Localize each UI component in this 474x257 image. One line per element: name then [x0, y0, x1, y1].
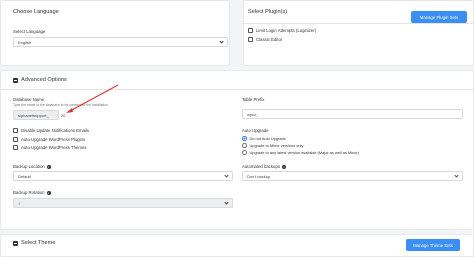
advanced-options-divider [1, 89, 474, 90]
backup-rotation-value: 4 [18, 200, 21, 206]
auto-upgrade-minor-label: Upgrade to Minor versions only [249, 143, 304, 148]
select-language-label-text: Select Language [13, 29, 46, 34]
auto-upgrade-plugins-option[interactable]: Auto Upgrade WordPress Plugins [13, 137, 85, 142]
advanced-options-title: Advanced Options [21, 77, 67, 83]
auto-upgrade-label: Auto Upgrade [242, 128, 269, 133]
backup-rotation-select[interactable]: 4 [13, 198, 233, 208]
plugin-classic-editor-label: Classic Editor [256, 37, 283, 42]
language-select[interactable]: English [13, 37, 228, 47]
chevron-down-icon [224, 199, 229, 205]
plugin-item-classic-editor[interactable]: Classic Editor [248, 37, 282, 42]
auto-upgrade-plugins-checkbox[interactable] [13, 137, 18, 142]
auto-upgrade-none-label: Do not Auto Upgrade [249, 136, 286, 141]
automated-backups-label-text: Automated backups [242, 164, 280, 169]
auto-upgrade-themes-checkbox[interactable] [13, 145, 18, 150]
collapse-icon[interactable] [13, 77, 18, 83]
db-name-label: Database Name [13, 97, 44, 102]
db-name-prefix: siphanetsupport_ [13, 110, 59, 120]
disable-update-emails-checkbox[interactable] [13, 128, 18, 133]
backup-location-label: Backup Location i [13, 164, 51, 169]
auto-upgrade-any-radio[interactable] [242, 150, 247, 155]
automated-backups-label: Automated backups i [242, 164, 286, 169]
manage-theme-sets-button[interactable]: Manage Theme Sets [406, 239, 460, 251]
auto-upgrade-themes-option[interactable]: Auto Upgrade WordPress Themes [13, 145, 87, 150]
theme-card-title: Select Theme [21, 240, 56, 246]
table-prefix-input[interactable]: wpco_ [242, 109, 463, 119]
chevron-down-icon [454, 172, 459, 178]
plugin-loginizer-label: Limit Login Attempts (Loginizer) [256, 28, 317, 33]
auto-upgrade-option-none[interactable]: Do not Auto Upgrade [242, 136, 286, 141]
auto-upgrade-label-text: Auto Upgrade [242, 128, 269, 133]
language-card: Choose Language Select Language English [0, 0, 230, 66]
plugins-card: Select Plugin(s) Limit Login Attempts (L… [243, 0, 474, 66]
table-prefix-label-text: Table Prefix [242, 97, 265, 102]
automated-backups-select[interactable]: Don't backup [242, 171, 463, 181]
info-icon: i [281, 164, 286, 169]
theme-header[interactable]: Select Theme [13, 240, 55, 246]
language-card-title: Choose Language [13, 9, 59, 15]
disable-update-emails-option[interactable]: Disable Update Notifications Emails [13, 128, 89, 133]
manage-plugin-sets-button[interactable]: Manage Plugin Sets [411, 11, 467, 23]
plugin-loginizer-checkbox[interactable] [248, 28, 253, 33]
chevron-down-icon [219, 38, 224, 44]
select-language-label: Select Language [13, 29, 45, 34]
auto-upgrade-plugins-label: Auto Upgrade WordPress Plugins [21, 137, 86, 142]
advanced-options-header[interactable]: Advanced Options [13, 77, 67, 83]
plugins-card-title: Select Plugin(s) [248, 9, 288, 15]
auto-upgrade-none-radio[interactable] [242, 136, 247, 141]
plugin-classic-editor-checkbox[interactable] [248, 37, 253, 42]
table-prefix-label: Table Prefix [242, 97, 264, 102]
plugin-item-loginizer[interactable]: Limit Login Attempts (Loginizer) [248, 28, 316, 33]
chevron-down-icon [224, 172, 229, 178]
auto-upgrade-minor-radio[interactable] [242, 143, 247, 148]
auto-upgrade-option-minor[interactable]: Upgrade to Minor versions only [242, 143, 303, 148]
backup-location-select[interactable]: Default [13, 171, 233, 181]
auto-upgrade-themes-label: Auto Upgrade WordPress Themes [21, 145, 87, 150]
automated-backups-value: Don't backup [247, 173, 271, 179]
info-icon: i [46, 190, 51, 195]
backup-location-label-text: Backup Location [13, 164, 45, 169]
db-name-help: Type the name of the database to be crea… [13, 103, 109, 107]
disable-update-emails-label: Disable Update Notifications Emails [21, 128, 90, 133]
language-select-value: English [18, 39, 32, 45]
collapse-icon[interactable] [13, 240, 18, 246]
db-name-input[interactable]: 20 [59, 110, 71, 120]
theme-card: Select Theme Manage Theme Sets [0, 234, 474, 257]
auto-upgrade-option-any[interactable]: Upgrade to any latest version available … [242, 150, 359, 155]
backup-rotation-label-text: Backup Rotation [13, 190, 45, 195]
plugins-card-divider [244, 23, 474, 24]
advanced-options-card: Advanced Options Database Name Type the … [0, 70, 474, 230]
info-icon: i [46, 164, 51, 169]
backup-location-value: Default [18, 173, 31, 179]
db-name-label-text: Database Name [13, 97, 45, 102]
backup-rotation-label: Backup Rotation i [13, 190, 51, 195]
auto-upgrade-any-label: Upgrade to any latest version available … [249, 150, 359, 155]
